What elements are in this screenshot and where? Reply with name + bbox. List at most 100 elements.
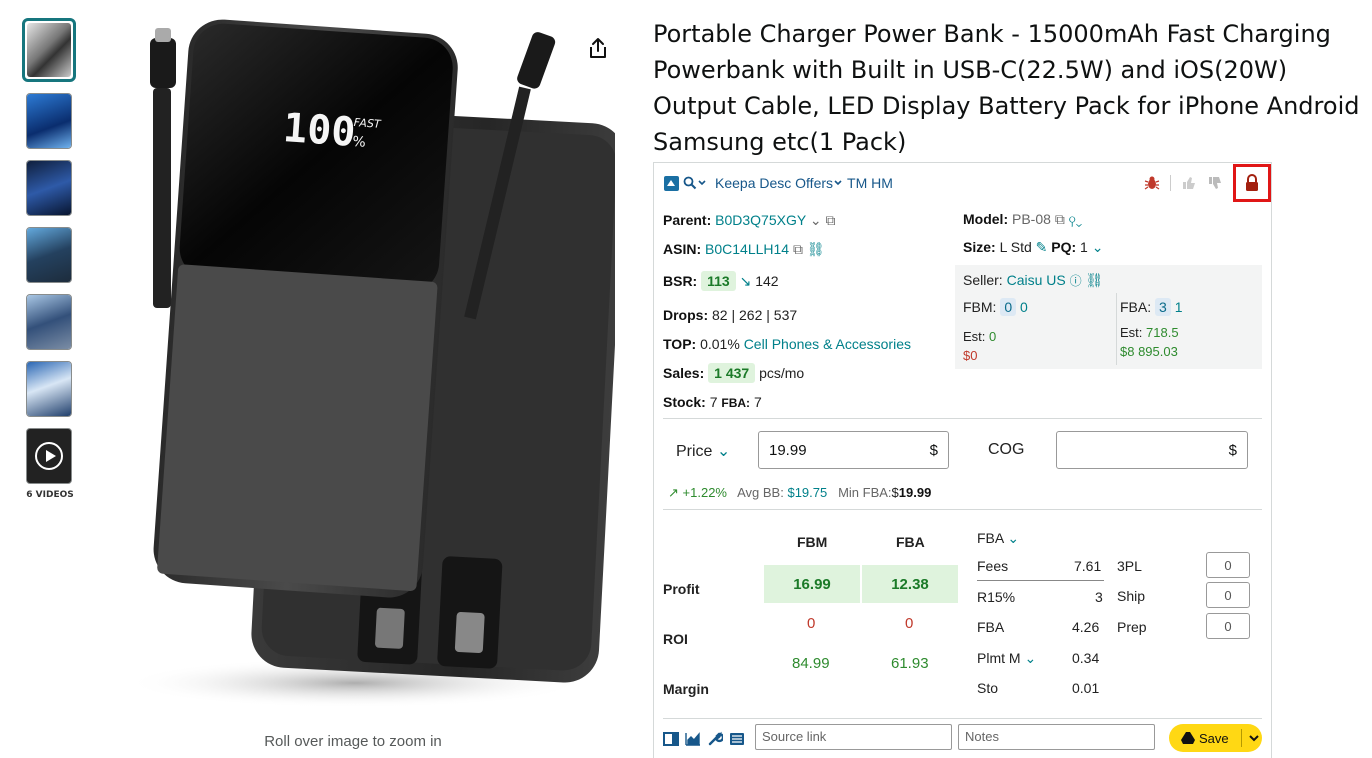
3pl-input[interactable]: 0 [1206, 552, 1250, 578]
plmt-value: 0.34 [1072, 650, 1100, 666]
col-header-fba: FBA [896, 534, 925, 550]
plmt-label: Plmt M [977, 650, 1021, 666]
list-icon[interactable] [729, 732, 745, 746]
trend-down-icon: ↘ [739, 273, 752, 289]
link-icon[interactable]: ⛓ [807, 241, 825, 257]
copy-icon[interactable]: ⧉ [1055, 211, 1065, 227]
chevron-down-icon[interactable] [1248, 733, 1260, 743]
search-icon[interactable] [683, 176, 697, 190]
cog-input[interactable]: $ [1056, 431, 1248, 469]
fba-est-row: Est: 718.5 [1120, 325, 1179, 340]
thumbs-down-icon[interactable] [1207, 175, 1223, 191]
parent-row: Parent: B0D3Q75XGY ⌄ ⧉ [663, 212, 835, 229]
prep-input[interactable]: 0 [1206, 613, 1250, 639]
notes-input[interactable]: Notes [958, 724, 1155, 750]
avg-bb-label: Avg BB: [737, 485, 784, 500]
fba-count[interactable]: 3 [1155, 298, 1171, 316]
save-button[interactable]: Save [1169, 724, 1262, 752]
price-stats-row: ↗ +1.22% Avg BB: $19.75 Min FBA:$19.99 [668, 485, 931, 501]
pq-value[interactable]: 1 [1080, 239, 1088, 255]
roi-fba: 0 [905, 615, 914, 632]
sales-row: Sales: 1 437 pcs/mo [663, 363, 804, 383]
size-row: Size: L Std ✎ PQ: 1 ⌄ [963, 239, 1103, 256]
drops-label: Drops: [663, 307, 709, 323]
thumbnail-2[interactable] [26, 93, 72, 149]
edit-icon[interactable]: ✎ [1036, 239, 1048, 255]
fba-fee-label: FBA [977, 619, 1005, 635]
parent-asin-link[interactable]: B0D3Q75XGY [715, 212, 806, 228]
copy-icon[interactable]: ⧉ [793, 241, 803, 257]
chart-icon[interactable] [685, 732, 701, 746]
fba-est-money: $8 895.03 [1120, 344, 1178, 359]
source-link-input[interactable]: Source link [755, 724, 952, 750]
ship-input[interactable]: 0 [1206, 582, 1250, 608]
fbm-row: FBM: 0 0 [963, 298, 1028, 316]
thumbnail-5[interactable] [26, 294, 72, 350]
display-percent: % [352, 134, 366, 151]
chevron-down-icon[interactable] [697, 178, 707, 188]
thumbs-up-icon[interactable] [1181, 175, 1197, 191]
thumbnail-4[interactable] [26, 227, 72, 283]
lock-button[interactable] [1233, 164, 1271, 202]
keepa-toolbar: Keepa Desc Offers TM HM [654, 163, 1271, 203]
fbm-est-value: 0 [989, 329, 997, 344]
fba-fee-value: 4.26 [1072, 619, 1100, 635]
chevron-down-icon[interactable]: ⌄ [810, 212, 822, 228]
collapse-icon[interactable] [664, 175, 679, 191]
info-icon[interactable]: ⓘ [1070, 274, 1082, 288]
prep-label: Prep [1117, 619, 1147, 635]
thumbnail-6[interactable] [26, 361, 72, 417]
fees-value: 7.61 [1074, 558, 1102, 574]
thumbnail-1[interactable] [22, 18, 76, 82]
chevron-down-icon: ⌄ [1024, 650, 1037, 666]
wrench-icon[interactable] [707, 731, 723, 747]
seller-box: Seller: Caisu US ⓘ ⛓ FBM: 0 0 Est: 0 $0 … [955, 265, 1262, 369]
stock-label: Stock: [663, 394, 706, 410]
link-icon[interactable]: ⛓ [1086, 272, 1104, 288]
save-divider [1240, 729, 1242, 747]
price-value: 19.99 [769, 441, 807, 459]
divider [663, 418, 1262, 419]
chevron-down-icon[interactable] [833, 178, 843, 188]
bug-icon[interactable] [1144, 175, 1160, 191]
price-selector[interactable]: Price ⌄ [676, 441, 730, 461]
bsr-label: BSR: [663, 273, 698, 289]
fees-mode: FBA [977, 530, 1004, 546]
drive-icon [1181, 732, 1195, 744]
seller-link[interactable]: Caisu US [1007, 272, 1066, 288]
model-label: Model: [963, 211, 1009, 227]
fba-row: FBA: 3 1 [1120, 298, 1183, 316]
plmt-selector[interactable]: Plmt M ⌄ [977, 650, 1036, 667]
panel-icon[interactable] [663, 732, 679, 746]
fbm-count-secondary[interactable]: 0 [1020, 299, 1028, 315]
margin-fba: 61.93 [891, 655, 929, 672]
model-row: Model: PB-08 ⧉ ⚲⌄ [963, 211, 1082, 228]
display-fast: FAST [353, 116, 382, 131]
sto-label: Sto [977, 680, 999, 696]
fees-mode-selector[interactable]: FBA ⌄ [977, 530, 1019, 547]
seller-row: Seller: Caisu US ⓘ ⛓ [963, 272, 1103, 289]
search-icon[interactable]: ⚲⌄ [1069, 211, 1083, 227]
tm-hm-link[interactable]: TM HM [847, 175, 893, 191]
product-image[interactable]: 100 FAST % [95, 18, 615, 718]
seller-label: Seller: [963, 272, 1003, 288]
thumbnail-3[interactable] [26, 160, 72, 216]
fbm-count[interactable]: 0 [1000, 298, 1017, 316]
price-trend: +1.22% [682, 485, 727, 500]
category-link[interactable]: Cell Phones & Accessories [744, 336, 911, 352]
fbm-est-label: Est: [963, 329, 986, 344]
display-digits: 100 [282, 105, 357, 156]
stock-value: 7 [709, 394, 718, 410]
chevron-down-icon: ⌄ [1007, 530, 1020, 546]
copy-icon[interactable]: ⧉ [825, 212, 835, 228]
keepa-menu-label[interactable]: Keepa Desc Offers [715, 175, 833, 191]
divider [977, 580, 1104, 581]
fba-count-secondary[interactable]: 1 [1175, 299, 1183, 315]
chevron-down-icon[interactable]: ⌄ [1092, 239, 1104, 255]
share-icon[interactable] [586, 36, 610, 60]
video-thumbnail[interactable] [26, 428, 72, 484]
size-value: L Std [999, 239, 1032, 255]
price-input[interactable]: 19.99 $ [758, 431, 949, 469]
profit-fba: 12.38 [862, 565, 958, 603]
asin-link[interactable]: B0C14LLH14 [705, 241, 789, 257]
